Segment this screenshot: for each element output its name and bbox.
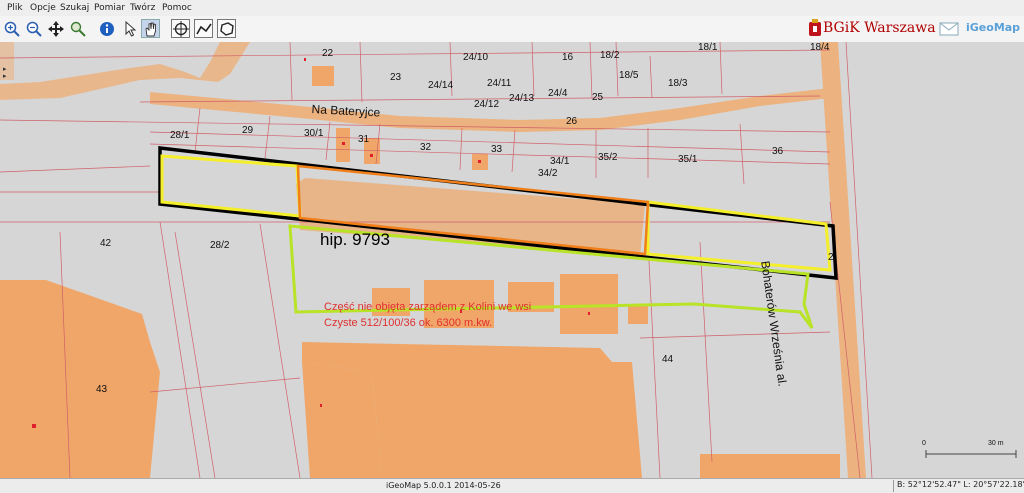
coordinates-readout: B: 52°12'52.47" L: 20°57'22.18": [893, 480, 1024, 492]
zoom-extent-button[interactable]: [68, 19, 87, 38]
menu-tworz[interactable]: Twórz: [130, 3, 155, 13]
menu-bar: Plik Opcje Szukaj Pomiar Twórz Pomoc: [0, 0, 1024, 16]
parcel-label: 2: [828, 252, 834, 263]
note-line: Czyste 512/100/36 ok. 6300 m.kw.: [324, 317, 493, 329]
building: [302, 362, 382, 478]
parcel-label: 34/2: [538, 168, 558, 179]
parcel-label: 32: [420, 142, 432, 153]
zoom-in-icon: [4, 21, 20, 37]
parcel-label: 44: [662, 354, 674, 365]
parcel-label: 28/2: [210, 240, 230, 251]
excluded-area-note: Część nie objęta zarządem z Kolini we ws…: [324, 299, 531, 331]
pan-icon: [47, 20, 64, 37]
parcel-label: 42: [100, 238, 112, 249]
parcel-label: 23: [390, 72, 402, 83]
select-button[interactable]: [120, 19, 139, 38]
parcel-label: 24/13: [509, 93, 535, 104]
menu-plik[interactable]: Plik: [7, 3, 23, 13]
parcel-label: 18/5: [619, 70, 639, 81]
building: [312, 66, 334, 86]
warsaw-coat-of-arms-icon: [809, 19, 821, 36]
pan-button[interactable]: [46, 19, 65, 38]
parcel-label: 35/2: [598, 152, 618, 163]
zoom-out-icon: [26, 21, 42, 37]
measure-line-button[interactable]: [194, 19, 213, 38]
parcel-label: 22: [322, 48, 334, 59]
brand-name: BGiK Warszawa: [823, 20, 936, 36]
parcel-label: 25: [592, 92, 604, 103]
measure-area-button[interactable]: [217, 19, 236, 38]
parcel-label: 34/1: [550, 156, 570, 167]
parcel-label: 24/4: [548, 88, 568, 99]
parcel-label: 24/10: [463, 52, 489, 63]
menu-szukaj[interactable]: Szukaj: [60, 3, 89, 13]
zoom-out-button[interactable]: [24, 19, 43, 38]
parcel-label: 29: [242, 125, 254, 136]
parcel-label: 18/2: [600, 50, 620, 61]
parcel-label: 18/1: [698, 42, 718, 53]
parcel-label: 24/12: [474, 99, 500, 110]
menu-pomoc[interactable]: Pomoc: [162, 3, 192, 13]
zoom-extent-icon: [70, 21, 86, 37]
parcel-label: 33: [491, 144, 503, 155]
zoom-in-button[interactable]: [2, 19, 21, 38]
note-line: Część nie objęta zarządem z Kolini we ws…: [324, 301, 532, 313]
parcel-label: 35/1: [678, 154, 698, 165]
measure-line-icon: [195, 23, 212, 34]
select-arrow-icon: [125, 20, 136, 37]
parcel-label: 30/1: [304, 128, 324, 139]
info-icon: [99, 21, 114, 36]
parcel-label: 16: [562, 52, 574, 63]
parcel-label: 18/3: [668, 78, 688, 89]
panel-collapse-handle[interactable]: ▸ ▸: [3, 66, 7, 80]
hip-label: hip. 9793: [320, 230, 390, 249]
scale-end-label: 30 m: [988, 440, 1004, 447]
building: [700, 454, 840, 478]
toolbar: BGiK Warszawa iGeoMap: [0, 16, 1024, 43]
info-button[interactable]: [97, 19, 116, 38]
igeomap-logo: iGeoMap: [966, 21, 1021, 34]
building: [560, 274, 618, 334]
hand-icon: [145, 22, 156, 36]
parcel-label: 36: [772, 146, 784, 157]
mail-icon[interactable]: [939, 22, 959, 36]
scale-start-label: 0: [922, 440, 926, 447]
parcel-label: 31: [358, 134, 370, 145]
map-canvas[interactable]: 22 23 24/10 16 18/2 18/1 18/4 24/14 24/1…: [0, 42, 1024, 478]
hand-button[interactable]: [141, 19, 160, 38]
parcel-label: 26: [566, 116, 578, 127]
measure-area-icon: [219, 21, 234, 36]
status-bar: iGeoMap 5.0.0.1 2014-05-26 B: 52°12'52.4…: [0, 478, 1024, 493]
crosshair-button[interactable]: [171, 19, 190, 38]
parcel-label: 43: [96, 384, 108, 395]
parcel-label: 28/1: [170, 130, 190, 141]
building: [628, 304, 648, 324]
map-graphics: [0, 42, 1024, 478]
menu-opcje[interactable]: Opcje: [30, 3, 56, 13]
parcel-label: 24/14: [428, 80, 454, 91]
menu-pomiar[interactable]: Pomiar: [94, 3, 125, 13]
crosshair-icon: [172, 20, 189, 37]
parcel-label: 18/4: [810, 42, 830, 53]
parcel-label: 24/11: [487, 78, 512, 89]
version-label: iGeoMap 5.0.0.1 2014-05-26: [386, 481, 501, 490]
